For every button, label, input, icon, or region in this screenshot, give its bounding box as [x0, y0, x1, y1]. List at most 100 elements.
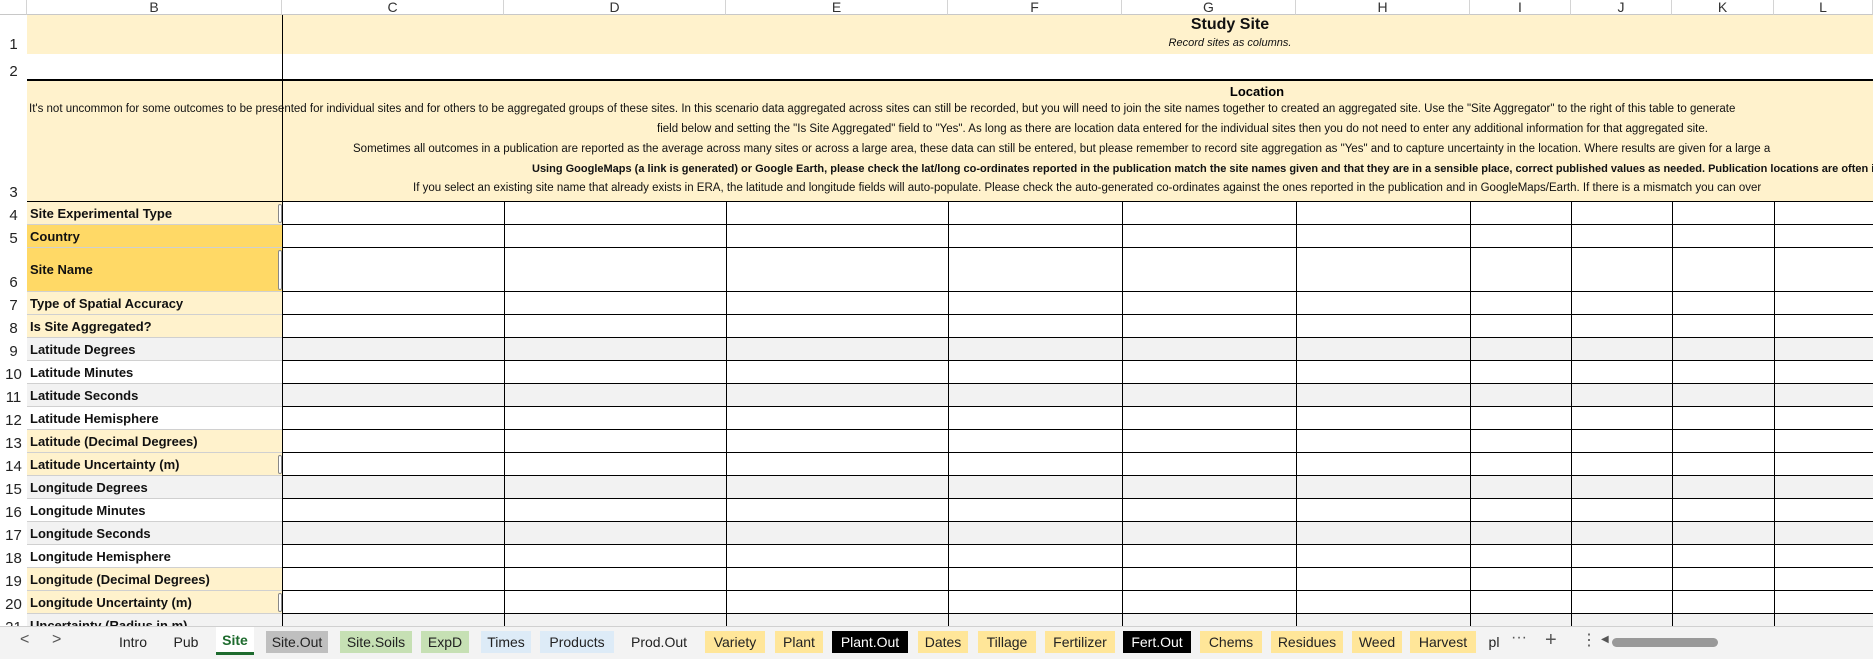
table-row[interactable]: [282, 225, 1873, 248]
select-all-corner[interactable]: [0, 0, 27, 15]
row-label[interactable]: Longitude Minutes: [27, 499, 282, 522]
sheet-tab-fertilizer[interactable]: Fertilizer: [1045, 631, 1115, 653]
table-row[interactable]: [282, 202, 1873, 225]
row-header[interactable]: 19: [0, 568, 27, 591]
table-row[interactable]: [282, 338, 1873, 361]
row-2[interactable]: [27, 54, 1873, 81]
sheet-tab-pl[interactable]: pl: [1484, 631, 1504, 653]
row-label[interactable]: Latitude Minutes: [27, 361, 282, 384]
row-label[interactable]: Site Name: [27, 248, 282, 292]
row-header[interactable]: 15: [0, 476, 27, 499]
table-row[interactable]: [282, 248, 1873, 292]
row-label[interactable]: Latitude Hemisphere: [27, 407, 282, 430]
row-header[interactable]: 14: [0, 453, 27, 476]
sheet-tab-tillage[interactable]: Tillage: [978, 631, 1036, 653]
row-label[interactable]: Uncertainty (Radius in m): [27, 614, 282, 626]
sheet-tab-weed[interactable]: Weed: [1352, 631, 1402, 653]
row-label[interactable]: Latitude (Decimal Degrees): [27, 430, 282, 453]
table-row[interactable]: [282, 407, 1873, 430]
row-label[interactable]: Longitude Degrees: [27, 476, 282, 499]
column-header-j[interactable]: J: [1571, 0, 1672, 15]
location-notes[interactable]: Location It's not uncommon for some outc…: [27, 81, 1873, 202]
row-label[interactable]: Longitude Hemisphere: [27, 545, 282, 568]
hscroll-left-icon[interactable]: ◀: [1601, 634, 1609, 645]
table-row[interactable]: [282, 522, 1873, 545]
column-header-i[interactable]: I: [1470, 0, 1571, 15]
row-header[interactable]: 18: [0, 545, 27, 568]
sheet-tab-dates[interactable]: Dates: [918, 631, 968, 653]
row-header[interactable]: 20: [0, 591, 27, 614]
sheet-tab-variety[interactable]: Variety: [705, 631, 765, 653]
row-header[interactable]: 17: [0, 522, 27, 545]
table-row[interactable]: [282, 476, 1873, 499]
column-header-l[interactable]: L: [1774, 0, 1873, 15]
row-label[interactable]: Latitude Seconds: [27, 384, 282, 407]
row-label[interactable]: Latitude Degrees: [27, 338, 282, 361]
table-row[interactable]: [282, 361, 1873, 384]
row-header[interactable]: 16: [0, 499, 27, 522]
table-row[interactable]: [282, 545, 1873, 568]
table-row[interactable]: [282, 614, 1873, 626]
row-label[interactable]: Site Experimental Type: [27, 202, 282, 225]
row-header[interactable]: 13: [0, 430, 27, 453]
row-label[interactable]: Longitude Seconds: [27, 522, 282, 545]
column-header-h[interactable]: H: [1296, 0, 1470, 15]
sheet-tab-prod-out[interactable]: Prod.Out: [622, 631, 696, 653]
sheet-tab-expd[interactable]: ExpD: [421, 631, 469, 653]
tab-scroll-prev-icon[interactable]: <: [20, 631, 29, 649]
sheet-tab-plant-out[interactable]: Plant.Out: [832, 631, 908, 653]
table-row[interactable]: [282, 292, 1873, 315]
row-header[interactable]: 3: [0, 81, 27, 202]
sheet-tab-site-soils[interactable]: Site.Soils: [340, 631, 412, 653]
sheet-tab-harvest[interactable]: Harvest: [1410, 631, 1476, 653]
row-header[interactable]: 12: [0, 407, 27, 430]
row-header[interactable]: 4: [0, 202, 27, 225]
column-header-e[interactable]: E: [726, 0, 948, 15]
row-header[interactable]: 9: [0, 338, 27, 361]
sheet-menu-icon[interactable]: ⋮: [1581, 630, 1597, 650]
table-row[interactable]: [282, 499, 1873, 522]
sheet-tab-site-out[interactable]: Site.Out: [266, 631, 328, 653]
sheet-tab-fert-out[interactable]: Fert.Out: [1123, 631, 1191, 653]
table-row[interactable]: [282, 568, 1873, 591]
sheet-tab-pub[interactable]: Pub: [170, 631, 202, 653]
row-label[interactable]: Latitude Uncertainty (m): [27, 453, 282, 476]
column-header-b[interactable]: B: [27, 0, 282, 15]
row-header[interactable]: 10: [0, 361, 27, 384]
sheet-tab-residues[interactable]: Residues: [1271, 631, 1343, 653]
row-label[interactable]: Type of Spatial Accuracy: [27, 292, 282, 315]
row-header[interactable]: 8: [0, 315, 27, 338]
column-header-g[interactable]: G: [1122, 0, 1296, 15]
table-row[interactable]: [282, 384, 1873, 407]
column-header-f[interactable]: F: [948, 0, 1122, 15]
row-label[interactable]: Longitude (Decimal Degrees): [27, 568, 282, 591]
spreadsheet-grid[interactable]: BCDEFGHIJKL Study Site Record sites as c…: [0, 0, 1873, 626]
row-header[interactable]: 1: [0, 15, 27, 54]
column-header-d[interactable]: D: [504, 0, 726, 15]
sheet-tab-chems[interactable]: Chems: [1200, 631, 1262, 653]
table-row[interactable]: [282, 315, 1873, 338]
horizontal-scrollbar-thumb[interactable]: [1612, 638, 1718, 647]
table-row[interactable]: [282, 453, 1873, 476]
column-header-c[interactable]: C: [282, 0, 504, 15]
row-header[interactable]: 2: [0, 54, 27, 81]
tab-scroll-next-icon[interactable]: >: [52, 631, 61, 649]
row-header[interactable]: 5: [0, 225, 27, 248]
row-label[interactable]: Is Site Aggregated?: [27, 315, 282, 338]
row-header[interactable]: 7: [0, 292, 27, 315]
row-header[interactable]: 11: [0, 384, 27, 407]
row-label[interactable]: Country: [27, 225, 282, 248]
more-tabs-icon[interactable]: ···: [1511, 629, 1527, 647]
sheet-tab-products[interactable]: Products: [540, 631, 614, 653]
add-sheet-icon[interactable]: +: [1545, 629, 1557, 652]
table-row[interactable]: [282, 430, 1873, 453]
row-label[interactable]: Longitude Uncertainty (m): [27, 591, 282, 614]
row-header[interactable]: 21: [0, 614, 27, 626]
sheet-tab-intro[interactable]: Intro: [110, 631, 156, 653]
column-header-k[interactable]: K: [1672, 0, 1774, 15]
table-row[interactable]: [282, 591, 1873, 614]
sheet-tab-plant[interactable]: Plant: [775, 631, 823, 653]
sheet-tab-times[interactable]: Times: [481, 631, 531, 653]
row-header[interactable]: 6: [0, 248, 27, 292]
sheet-tab-site[interactable]: Site: [216, 627, 254, 655]
